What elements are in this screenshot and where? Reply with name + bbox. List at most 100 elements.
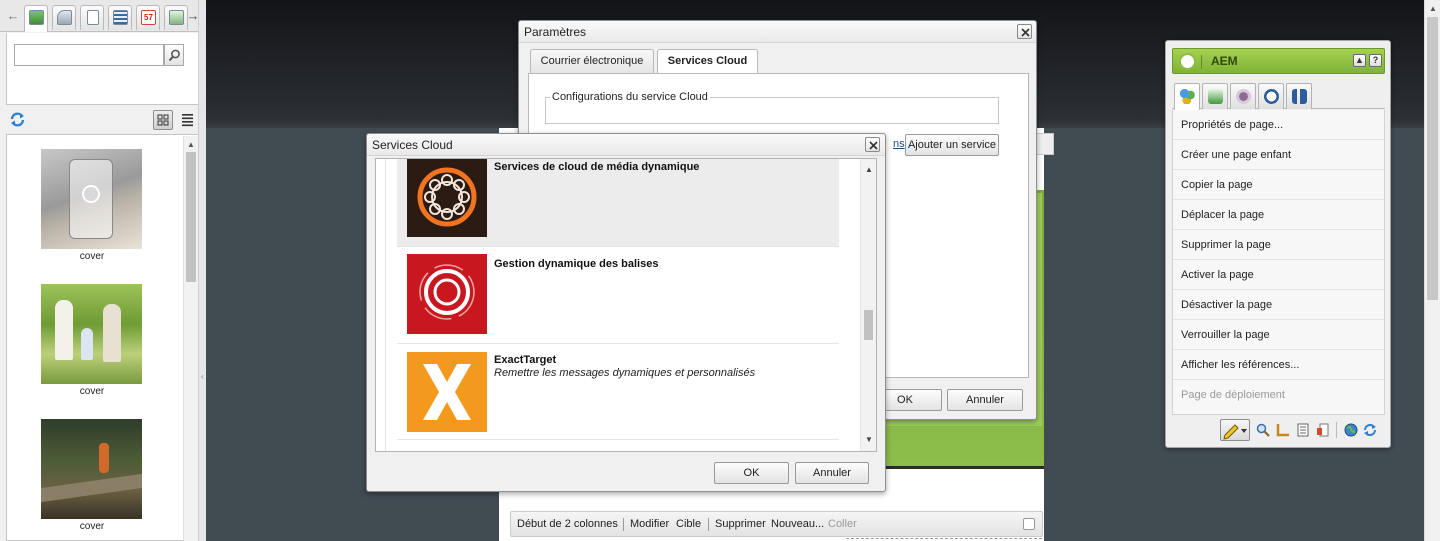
menu-item-copy-page[interactable]: Copier la page xyxy=(1173,170,1384,200)
scroll-up-icon[interactable]: ▲ xyxy=(865,165,873,174)
tab-page[interactable] xyxy=(1202,83,1228,109)
component-checkbox[interactable] xyxy=(1023,518,1035,530)
help-icon[interactable]: ? xyxy=(1369,54,1382,67)
search-input[interactable] xyxy=(14,44,164,66)
design-mode-icon[interactable] xyxy=(1276,423,1290,437)
target-action[interactable]: Cible xyxy=(676,518,701,530)
sidekick-mode-bar xyxy=(1172,417,1385,443)
preview-icon[interactable] xyxy=(1256,423,1270,437)
page-dotted-rule xyxy=(846,538,1042,539)
menu-item-move-page[interactable]: Déplacer la page xyxy=(1173,200,1384,230)
search-icon xyxy=(168,49,180,62)
close-icon xyxy=(869,141,878,150)
sidekick-panel: AEM ▲ ? Propriétés de page... Créer une … xyxy=(1165,40,1391,448)
scroll-thumb[interactable] xyxy=(186,152,196,282)
tab-email[interactable]: Courrier électronique xyxy=(530,49,654,73)
asset-thumbnail[interactable]: cover xyxy=(41,419,143,532)
sidekick-header[interactable]: AEM ▲ ? xyxy=(1172,48,1385,74)
close-icon xyxy=(1021,28,1030,37)
asset-thumbnail[interactable]: cover xyxy=(41,284,143,397)
tab-scroll-left-icon[interactable]: ← xyxy=(6,8,20,24)
dialog-title-bar[interactable]: Paramètres xyxy=(519,21,1036,43)
add-service-button[interactable]: Ajouter un service xyxy=(905,134,999,156)
components-icon xyxy=(1180,89,1195,104)
fieldset-legend: Configurations du service Cloud xyxy=(550,91,710,103)
refresh-icon[interactable] xyxy=(9,111,26,128)
component-title: Début de 2 colonnes xyxy=(517,518,618,530)
menu-item-delete-page[interactable]: Supprimer la page xyxy=(1173,230,1384,260)
menu-item-show-references[interactable]: Afficher les références... xyxy=(1173,350,1384,380)
tab-flash[interactable]: 57 xyxy=(136,5,160,30)
scroll-up-icon[interactable]: ▲ xyxy=(1429,4,1437,13)
tab-documents[interactable] xyxy=(80,5,104,30)
list-view-button[interactable] xyxy=(178,110,198,130)
tab-sitemap[interactable] xyxy=(1286,83,1312,109)
edit-action[interactable]: Modifier xyxy=(630,518,669,530)
media-icon xyxy=(113,10,128,25)
sidekick-title: AEM xyxy=(1211,54,1238,68)
page-scrollbar[interactable]: ▲ xyxy=(1424,0,1440,541)
separator xyxy=(623,518,624,531)
scroll-thumb[interactable] xyxy=(1427,17,1438,300)
cancel-button[interactable]: Annuler xyxy=(947,389,1023,411)
delete-action[interactable]: Supprimer xyxy=(715,518,766,530)
list-item-dynamic-tag-management[interactable]: Gestion dynamique des balises xyxy=(397,248,839,344)
menu-item-create-child-page[interactable]: Créer une page enfant xyxy=(1173,140,1384,170)
panel-splitter[interactable]: ‹ xyxy=(198,0,206,541)
finder-tab-bar: ← 57 → xyxy=(0,0,206,32)
hidden-component-checkbox[interactable] xyxy=(1034,133,1054,155)
cancel-button[interactable]: Annuler xyxy=(795,462,869,484)
asset-caption: cover xyxy=(79,386,105,397)
separator xyxy=(1336,422,1337,438)
grid-view-button[interactable] xyxy=(153,110,173,130)
scroll-down-icon[interactable]: ▼ xyxy=(865,435,873,444)
globe-icon[interactable] xyxy=(1344,423,1358,437)
asset-thumbnail[interactable]: cover xyxy=(41,149,143,262)
service-list: Services de cloud de média dynamique Ges… xyxy=(375,158,877,452)
finder-scrollbar[interactable]: ▲ xyxy=(183,136,198,541)
collapse-icon[interactable]: ▲ xyxy=(1353,54,1366,67)
scaffolding-icon[interactable] xyxy=(1316,423,1330,437)
search-panel xyxy=(6,33,200,105)
tab-workflow[interactable] xyxy=(1230,83,1256,109)
close-button[interactable] xyxy=(865,137,880,152)
close-button[interactable] xyxy=(1017,24,1032,39)
partial-link[interactable]: ns xyxy=(893,138,905,150)
edit-mode-button[interactable] xyxy=(1220,419,1250,441)
refresh-icon[interactable] xyxy=(1363,423,1377,437)
tab-paragraphs[interactable] xyxy=(164,5,188,30)
dynamic-media-logo-icon xyxy=(407,159,487,237)
content-finder: ← 57 → cover cover cover ▲ ‹ xyxy=(0,0,206,541)
sitemap-icon xyxy=(1292,89,1307,104)
sidekick-page-menu: Propriétés de page... Créer une page enf… xyxy=(1172,110,1385,415)
clock-icon xyxy=(1264,89,1279,104)
scroll-thumb[interactable] xyxy=(864,310,873,340)
tab-cloud-services[interactable]: Services Cloud xyxy=(657,49,758,74)
asset-caption: cover xyxy=(79,251,105,262)
menu-item-deactivate-page[interactable]: Désactiver la page xyxy=(1173,290,1384,320)
new-action[interactable]: Nouveau... xyxy=(771,518,824,530)
list-item-dynamic-media[interactable]: Services de cloud de média dynamique xyxy=(397,159,839,247)
tab-media[interactable] xyxy=(108,5,132,30)
scroll-up-icon[interactable]: ▲ xyxy=(187,140,195,149)
finder-toolbar xyxy=(0,106,206,134)
paste-action[interactable]: Coller xyxy=(828,518,857,530)
collapse-icon: ‹ xyxy=(201,372,204,381)
search-button[interactable] xyxy=(164,44,184,66)
menu-item-lock-page[interactable]: Verrouiller la page xyxy=(1173,320,1384,350)
asset-thumbnail-list: cover cover cover xyxy=(6,134,200,541)
aem-logo-icon xyxy=(1179,53,1196,70)
documents-icon xyxy=(87,10,99,25)
ok-button[interactable]: OK xyxy=(714,462,789,484)
menu-item-activate-page[interactable]: Activer la page xyxy=(1173,260,1384,290)
menu-item-page-properties[interactable]: Propriétés de page... xyxy=(1173,110,1384,140)
tab-components[interactable] xyxy=(1174,83,1200,110)
service-list-scrollbar[interactable]: ▲ ▼ xyxy=(860,159,876,451)
dialog-title-bar[interactable]: Services Cloud xyxy=(367,134,885,156)
lock-icon xyxy=(1236,89,1251,104)
tab-images[interactable] xyxy=(24,5,48,32)
tab-products[interactable] xyxy=(52,5,76,30)
document-icon[interactable] xyxy=(1296,423,1310,437)
list-item-exacttarget[interactable]: ExactTarget Remettre les messages dynami… xyxy=(397,344,839,440)
tab-versioning[interactable] xyxy=(1258,83,1284,109)
